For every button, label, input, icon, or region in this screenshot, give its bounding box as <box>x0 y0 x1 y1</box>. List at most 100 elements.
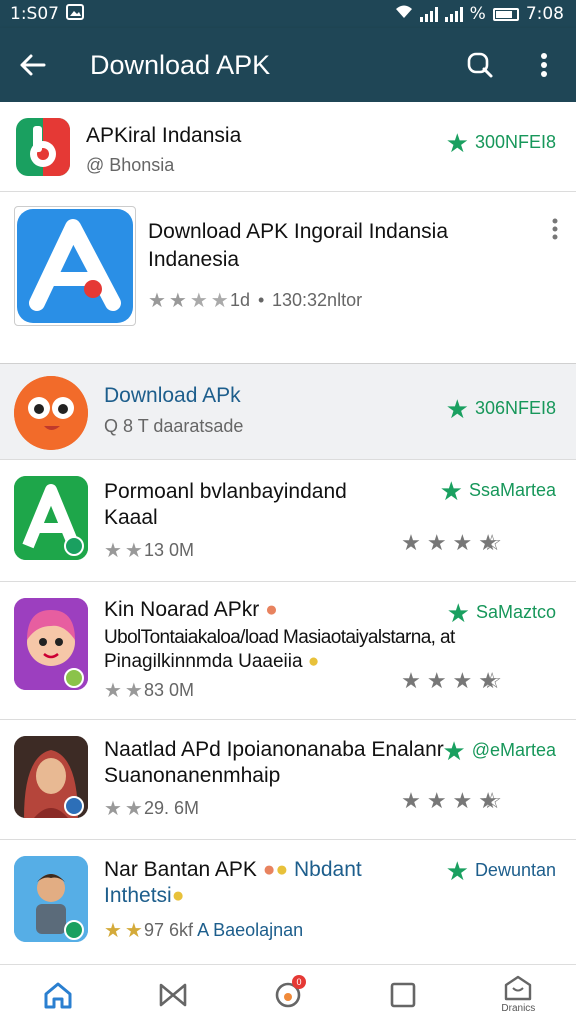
app-title-line1: Kin Noarad APkr ● <box>104 596 278 624</box>
star-outline-icon-right: ☆ <box>482 530 502 555</box>
list-item[interactable]: Pormoanl bvlanbayindand Kaaal ★★ 13 0M ★… <box>0 460 576 582</box>
tag-badge: ★ SaMaztco <box>446 597 556 628</box>
verified-badge-icon <box>64 668 84 688</box>
nav-bookmarks[interactable] <box>143 965 203 1025</box>
home-icon <box>44 982 72 1008</box>
app-bar: Download APK <box>0 28 576 102</box>
wifi-icon <box>395 4 413 25</box>
search-icon <box>467 52 493 78</box>
hero-age: 1d <box>230 290 251 310</box>
hero-more-button[interactable] <box>552 218 558 245</box>
signal-icon <box>419 6 438 22</box>
app-title-line1: Pormoanl bvlanbayindand <box>104 480 347 503</box>
nav-profile[interactable]: Dranics <box>488 965 548 1025</box>
app-publisher: @ Bhonsia <box>86 155 175 175</box>
verified-badge-icon <box>64 920 84 940</box>
hero-card[interactable]: Download APK Ingorail Indansia Indanesia… <box>0 192 576 364</box>
rating-stars: ★★ <box>104 798 146 820</box>
tag-badge: ★ Dewuntan <box>445 855 556 886</box>
hero-bullet: • <box>258 290 265 310</box>
status-time-left: 1:S07 <box>10 4 59 24</box>
star-icon: ★ <box>445 127 469 158</box>
nav-profile-label: Dranics <box>501 1003 536 1014</box>
nav-updates[interactable]: 0 <box>258 965 318 1025</box>
rating-stars: ★★ <box>104 680 146 702</box>
bowtie-icon <box>159 983 187 1006</box>
hero-title-line2: Indanesia <box>148 248 240 271</box>
back-button[interactable] <box>0 28 64 102</box>
app-title-text: Nar Bantan APK <box>104 858 257 881</box>
emoji-icon-2: ● <box>275 858 289 881</box>
rating-badge: ★ 300NFEI8 <box>445 127 556 158</box>
app-title-line1: Naatlad APd Ipoianonanaba Enalanr <box>104 738 444 761</box>
app-title-text-3: Pinagilkinnmda Uaaeiia <box>104 651 303 672</box>
list-item[interactable]: Kin Noarad APkr ● UbolTontaiakaloa/load … <box>0 582 576 720</box>
hero-app-icon <box>14 206 136 326</box>
app-sub: Q 8 T daaratsade <box>104 416 244 436</box>
tag-text: SsaMartea <box>468 480 556 500</box>
verified-badge-icon <box>64 796 84 816</box>
star-outline-icon: ☆ <box>482 668 502 693</box>
more-options-button[interactable] <box>512 28 576 102</box>
list-item[interactable]: Nar Bantan APK ●● Nbdant Inthetsi● ★★ 97… <box>0 840 576 964</box>
tag-badge: ★ SsaMartea <box>439 475 556 506</box>
app-size: 29. 6M <box>144 798 200 818</box>
arrow-left-icon <box>20 54 46 76</box>
badge-text: 306NFEI8 <box>474 398 556 418</box>
app-title-text: Kin Noarad APkr <box>104 598 260 621</box>
nav-home[interactable] <box>28 965 88 1025</box>
app-icon <box>16 118 70 176</box>
battery-percent: % <box>469 4 486 24</box>
rating-stars: ★★ <box>104 540 146 562</box>
app-size: 97 6kf A Baeolajnan <box>144 920 303 941</box>
badge-text: 300NFEI8 <box>474 132 556 152</box>
emoji-icon: ● <box>171 884 185 907</box>
bottom-nav: 0 Dranics <box>0 964 576 1024</box>
notification-badge: 0 <box>291 974 306 989</box>
app-title-line2: Suanonanenmhaip <box>104 764 281 787</box>
emoji-icon: ● <box>307 651 320 672</box>
app-title-text-2: Inthetsi <box>104 884 172 907</box>
star-icon: ★ <box>445 855 469 886</box>
tag-text: @eMartea <box>471 740 556 760</box>
app-size-text: 97 6kf <box>144 920 194 940</box>
nav-apps[interactable] <box>373 965 433 1025</box>
tag-text: Dewuntan <box>474 860 556 880</box>
star-icon: ★ <box>445 393 469 424</box>
list-item-highlight[interactable]: Download APk Q 8 T daaratsade ★ 306NFEI8 <box>0 364 576 460</box>
app-size: 83 0M <box>144 680 195 700</box>
battery-icon <box>492 7 519 21</box>
hero-rating-stars: ★★★★ <box>148 290 232 312</box>
star-icon: ★ <box>439 475 463 506</box>
star-icon: ★ <box>446 597 470 628</box>
status-time-right: 7:08 <box>525 4 564 24</box>
app-title-line2: Inthetsi● <box>104 882 184 910</box>
app-name: APKiral Indansia <box>86 124 242 147</box>
rating-badge: ★ 306NFEI8 <box>445 393 556 424</box>
list-item[interactable]: Naatlad APd Ipoianonanaba Enalanr Suanon… <box>0 720 576 840</box>
app-title-line2: Kaaal <box>104 506 158 529</box>
app-size-suffix: A Baeolajnan <box>197 920 304 940</box>
more-vert-icon <box>541 53 547 77</box>
tag-badge: ★ @eMartea <box>442 735 556 766</box>
star-icon: ★ <box>442 735 466 766</box>
hero-title-line1: Download APK Ingorail Indansia <box>148 220 449 243</box>
search-button[interactable] <box>448 28 512 102</box>
page-title: Download APK <box>90 49 271 80</box>
emoji-icon: ● <box>262 858 276 881</box>
app-title-line1: Nar Bantan APK ●● Nbdant <box>104 856 362 884</box>
app-size: 13 0M <box>144 540 195 560</box>
app-title-line3: Pinagilkinnmda Uaaeiia ● <box>104 648 319 676</box>
list-item-featured[interactable]: APKiral Indansia @ Bhonsia ★ 300NFEI8 <box>0 102 576 192</box>
hero-downloads: 130:32nltor <box>272 290 363 310</box>
tag-text: SaMaztco <box>475 602 556 622</box>
status-bar: 1:S07 % 7:08 <box>0 0 576 28</box>
rating-stars: ★★ <box>104 920 146 942</box>
app-name: Download APk <box>104 384 241 407</box>
emoji-icon: ● <box>265 598 278 621</box>
verified-badge-icon <box>64 536 84 556</box>
signal-icon-2 <box>444 6 463 22</box>
gallery-icon <box>65 3 84 25</box>
more-vert-icon <box>552 218 558 240</box>
app-title-suffix: Nbdant <box>294 858 362 881</box>
